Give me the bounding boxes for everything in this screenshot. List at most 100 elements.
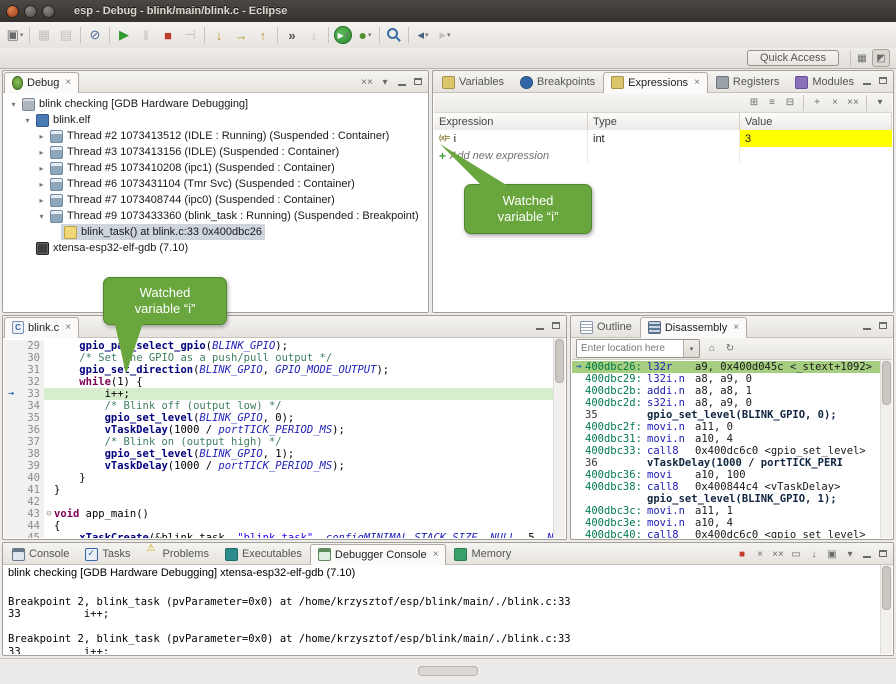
tree-expander-icon[interactable]: ▸	[36, 148, 47, 157]
combo-dropdown-icon[interactable]: ▾	[683, 340, 699, 357]
maximize-icon[interactable]	[411, 75, 425, 89]
tab-console[interactable]: Console	[4, 543, 77, 564]
tab-outline[interactable]: Outline	[572, 316, 640, 337]
minimize-icon[interactable]	[533, 319, 547, 333]
code-line[interactable]: 38 gpio_set_level(BLINK_GPIO, 1);	[4, 448, 554, 460]
window-minimize-button[interactable]	[24, 5, 37, 18]
gutter-marker[interactable]	[4, 520, 18, 532]
code-line[interactable]: 43⊖void app_main()	[4, 508, 554, 520]
code-line[interactable]: 37 /* Blink on (output high) */	[4, 436, 554, 448]
remove-all-terminated-icon[interactable]: ××	[359, 74, 375, 90]
remove-launch-icon[interactable]: ×	[752, 546, 768, 562]
remove-all-icon[interactable]: ××	[845, 95, 861, 111]
tab-memory[interactable]: Memory	[446, 543, 519, 564]
code-line[interactable]: 30 /* Set the GPIO as a push/pull output…	[4, 352, 554, 364]
gutter-marker[interactable]	[4, 472, 18, 484]
disassembly-line[interactable]: 36vTaskDelay(1000 / portTICK_PERI	[572, 457, 881, 469]
tree-expander-icon[interactable]: ▸	[36, 196, 47, 205]
add-new-expression-icon[interactable]: +	[809, 95, 825, 111]
maximize-icon[interactable]	[876, 74, 890, 88]
debug-tree-item[interactable]: ▸Thread #5 1073410208 (ipc1) (Suspended …	[4, 160, 427, 176]
disassembly-line[interactable]: 400dbc33:call80x400dc6c0 <gpio_set_level…	[572, 445, 881, 457]
expression-row[interactable]: (x)= i int 3	[434, 130, 892, 147]
gutter-marker[interactable]	[4, 352, 18, 364]
gutter-marker[interactable]	[4, 400, 18, 412]
disassembly-line[interactable]: 400dbc31:movi.na10, 4	[572, 433, 881, 445]
column-header-value[interactable]: Value	[740, 113, 892, 130]
step-over-icon[interactable]: →	[230, 25, 252, 45]
gutter-marker[interactable]	[4, 448, 18, 460]
resume-icon[interactable]: ▶	[113, 25, 135, 45]
gutter-marker[interactable]	[4, 508, 18, 520]
tree-expander-icon[interactable]: ▾	[22, 116, 33, 125]
code-line[interactable]: 29 gpio_pad_select_gpio(BLINK_GPIO);	[4, 340, 554, 352]
disconnect-icon[interactable]: ⊣	[179, 25, 201, 45]
step-return-icon[interactable]: ↑	[252, 25, 274, 45]
disassembly-line[interactable]: 400dbc40:call80x400dc6c0 <gpio_set_level…	[572, 529, 881, 538]
window-maximize-button[interactable]	[42, 5, 55, 18]
gutter-marker[interactable]	[4, 496, 18, 508]
code-line[interactable]: 41}	[4, 484, 554, 496]
debug-tree-item[interactable]: xtensa-esp32-elf-gdb (7.10)	[4, 240, 427, 256]
remove-all-launches-icon[interactable]: ××	[770, 546, 786, 562]
terminate-console-icon[interactable]: ■	[734, 546, 750, 562]
view-menu-icon[interactable]: ▾	[872, 95, 888, 111]
location-input[interactable]	[577, 340, 683, 357]
tab-debugger-console[interactable]: Debugger Console×	[310, 544, 447, 565]
disassembly-line[interactable]: 400dbc2b:addi.na8, a8, 1	[572, 385, 881, 397]
gutter-marker[interactable]	[4, 376, 18, 388]
maximize-icon[interactable]	[876, 547, 890, 561]
maximize-icon[interactable]	[549, 319, 563, 333]
close-tab-icon[interactable]: ×	[65, 77, 71, 88]
instruction-pointer-icon[interactable]: →	[4, 388, 18, 400]
disassembly-line[interactable]: 400dbc36:movia10, 100	[572, 469, 881, 481]
scrollbar-thumb[interactable]	[882, 566, 891, 610]
step-into-icon[interactable]: ↓	[208, 25, 230, 45]
code-line[interactable]: →33 i++;	[4, 388, 554, 400]
code-line[interactable]: 32 while(1) {	[4, 376, 554, 388]
disassembly-line[interactable]: 400dbc29:l32i.na8, a9, 0	[572, 373, 881, 385]
disassembly-line[interactable]: gpio_set_level(BLINK_GPIO, 1);	[572, 493, 881, 505]
tree-expander-icon[interactable]: ▸	[36, 164, 47, 173]
scroll-lock-icon[interactable]: ↓	[806, 546, 822, 562]
tree-expander-icon[interactable]: ▸	[36, 132, 47, 141]
editor-scrollbar[interactable]	[553, 338, 565, 538]
code-line[interactable]: 42	[4, 496, 554, 508]
collapse-all-icon[interactable]: ⊟	[782, 95, 798, 111]
tab-registers[interactable]: Registers	[708, 71, 787, 92]
debug-tree-item[interactable]: ▸Thread #6 1073431104 (Tmr Svc) (Suspend…	[4, 176, 427, 192]
column-header-expression[interactable]: Expression	[434, 113, 588, 130]
run-icon[interactable]: ▶▾	[334, 26, 352, 44]
debug-tree-item[interactable]: ▾blink.elf	[4, 112, 427, 128]
minimize-icon[interactable]	[860, 74, 874, 88]
remove-selected-icon[interactable]: ×	[827, 95, 843, 111]
debug-tree-item[interactable]: ▸Thread #2 1073413512 (IDLE : Running) (…	[4, 128, 427, 144]
disassembly-scrollbar[interactable]	[880, 360, 892, 538]
code-line[interactable]: 45 xTaskCreate(&blink_task, "blink_task"…	[4, 532, 554, 538]
search-icon[interactable]: ○	[383, 25, 405, 45]
tab-expressions[interactable]: Expressions×	[603, 72, 708, 93]
code-line[interactable]: 39 vTaskDelay(1000 / portTICK_PERIOD_MS)…	[4, 460, 554, 472]
disassembly-line[interactable]: →400dbc26:l32ra9, 0x400d045c <_stext+109…	[572, 361, 881, 373]
maximize-icon[interactable]	[876, 319, 890, 333]
code-line[interactable]: 44{	[4, 520, 554, 532]
close-tab-icon[interactable]: ×	[694, 77, 700, 88]
tab-executables[interactable]: Executables	[217, 543, 310, 564]
home-icon[interactable]: ⌂	[704, 341, 720, 357]
forward-icon[interactable]: ▸▾	[434, 25, 456, 45]
tab-tasks[interactable]: Tasks	[77, 543, 138, 564]
view-menu-icon[interactable]: ▾	[377, 74, 393, 90]
gutter-marker[interactable]	[4, 460, 18, 472]
bottom-sash[interactable]	[418, 666, 478, 676]
minimize-icon[interactable]	[860, 319, 874, 333]
skip-all-breakpoints-icon[interactable]: ⊘	[84, 25, 106, 45]
debug-perspective-icon[interactable]: ◩	[872, 49, 890, 67]
close-tab-icon[interactable]: ×	[733, 322, 739, 333]
disassembly-line[interactable]: 400dbc2f:movi.na11, 0	[572, 421, 881, 433]
console-scrollbar[interactable]	[880, 565, 892, 654]
code-line[interactable]: 35 gpio_set_level(BLINK_GPIO, 0);	[4, 412, 554, 424]
show-logical-structures-icon[interactable]: ≡	[764, 95, 780, 111]
gutter-marker[interactable]	[4, 364, 18, 376]
scrollbar-thumb[interactable]	[555, 339, 564, 383]
code-line[interactable]: 31 gpio_set_direction(BLINK_GPIO, GPIO_M…	[4, 364, 554, 376]
